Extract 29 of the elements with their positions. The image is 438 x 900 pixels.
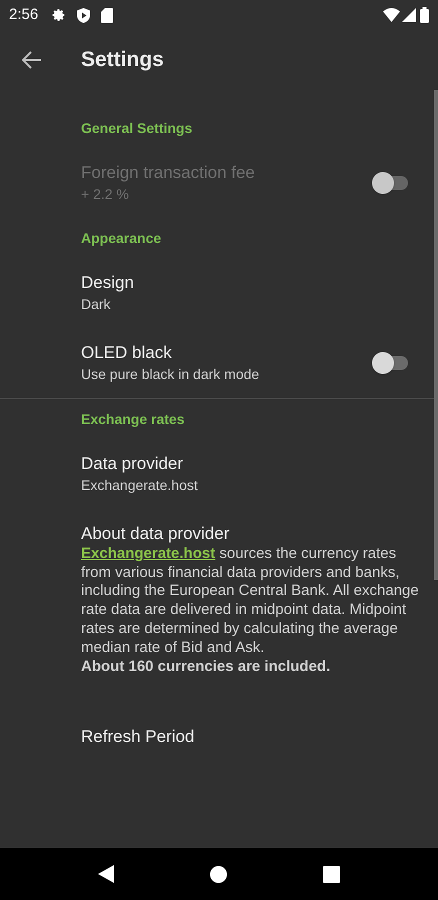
setting-title: Design [81, 272, 135, 294]
provider-link[interactable]: Exchangerate.host [81, 545, 216, 562]
section-header: Appearance [80, 229, 162, 248]
back-arrow-icon[interactable] [22, 51, 42, 69]
setting-title: Data provider [81, 453, 184, 475]
signal-icon [402, 8, 416, 22]
sd-card-icon [101, 8, 114, 22]
section-header: Exchange rates [80, 410, 186, 429]
provider-description: Exchangerate.host sources the currency rates from various financial data providers and banks, including the European Central Bank. All exchange rate data are delivered in midpoint data. Midpoint rates are determined by calculating the average median rate of Bid and Ask. [81, 545, 420, 658]
setting-title: Refresh Period [81, 726, 196, 748]
setting-summary: Use pure black in dark mode [81, 365, 260, 384]
status-time: 2:56 [9, 4, 38, 25]
recents-square-icon[interactable] [323, 866, 340, 882]
setting-summary: Dark [81, 295, 112, 314]
setting-summary: Exchangerate.host [81, 476, 199, 495]
gear-icon [52, 8, 66, 22]
toggle-switch[interactable] [372, 352, 408, 374]
setting-title: OLED black [81, 342, 173, 364]
home-circle-icon[interactable] [210, 866, 227, 882]
shield-icon [77, 8, 90, 22]
currency-count-note: About 160 currencies are included. [81, 657, 332, 676]
setting-title: About data provider [81, 523, 230, 545]
section-header: General Settings [80, 119, 194, 138]
setting-title: Foreign transaction fee [81, 162, 256, 184]
battery-icon [420, 7, 429, 23]
setting-summary: + 2.2 % [81, 185, 130, 204]
wifi-icon [383, 8, 400, 22]
toolbar-title: Settings [81, 47, 164, 74]
back-triangle-icon[interactable] [98, 865, 114, 883]
